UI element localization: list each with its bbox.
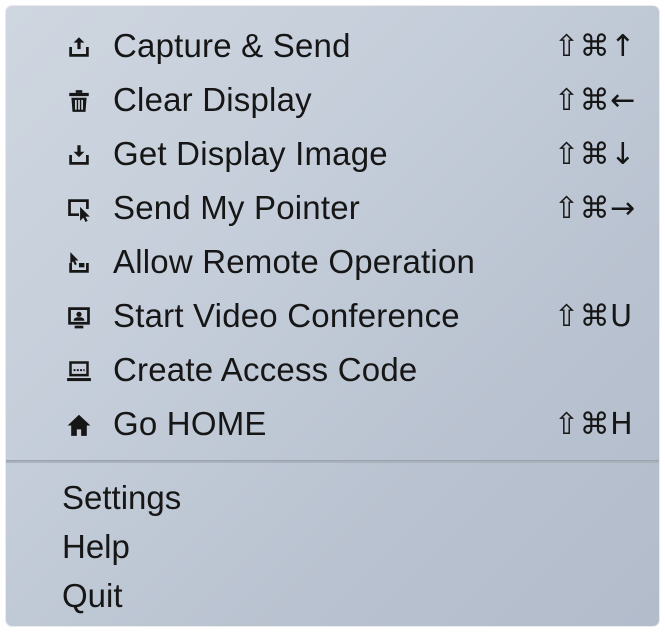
menu-item-get-display-image[interactable]: Get Display Image ⇧⌘↓ bbox=[6, 128, 659, 182]
keyboard-shortcut: ⇧⌘↑ bbox=[554, 28, 636, 64]
menu-item-allow-remote-operation[interactable]: Allow Remote Operation bbox=[6, 236, 659, 290]
menu-item-label: Start Video Conference bbox=[113, 297, 460, 335]
menu-item-label: Quit bbox=[62, 576, 123, 614]
menu-item-help[interactable]: Help bbox=[6, 523, 659, 572]
menu-item-label: Go HOME bbox=[113, 405, 267, 443]
menu-actions-section: Capture & Send ⇧⌘↑ Clear Display ⇧⌘← Get… bbox=[6, 20, 659, 452]
keyboard-shortcut: ⇧⌘H bbox=[554, 406, 634, 442]
keyboard-shortcut: ⇧⌘← bbox=[554, 82, 636, 118]
menu-item-label: Create Access Code bbox=[113, 351, 418, 389]
remote-operation-icon bbox=[64, 248, 94, 278]
menu-item-label: Get Display Image bbox=[113, 135, 388, 173]
menu-app-section: Settings Help Quit bbox=[6, 474, 659, 621]
trash-icon bbox=[64, 86, 94, 116]
menu-separator bbox=[6, 460, 659, 463]
keyboard-shortcut: ⇧⌘→ bbox=[554, 190, 636, 226]
menu-item-quit[interactable]: Quit bbox=[6, 572, 659, 621]
menu-item-label: Clear Display bbox=[113, 81, 312, 119]
menu-item-label: Settings bbox=[62, 478, 182, 516]
menu-item-label: Capture & Send bbox=[113, 27, 351, 65]
context-menu: Capture & Send ⇧⌘↑ Clear Display ⇧⌘← Get… bbox=[6, 6, 659, 626]
home-icon bbox=[64, 410, 94, 440]
menu-item-settings[interactable]: Settings bbox=[6, 474, 659, 523]
menu-item-start-video-conference[interactable]: Start Video Conference ⇧⌘U bbox=[6, 290, 659, 344]
upload-tray-icon bbox=[64, 32, 94, 62]
menu-item-label: Send My Pointer bbox=[113, 189, 360, 227]
menu-item-capture-send[interactable]: Capture & Send ⇧⌘↑ bbox=[6, 20, 659, 74]
laptop-code-icon bbox=[64, 356, 94, 386]
menu-item-go-home[interactable]: Go HOME ⇧⌘H bbox=[6, 398, 659, 452]
menu-item-label: Help bbox=[62, 527, 130, 565]
keyboard-shortcut: ⇧⌘↓ bbox=[554, 136, 636, 172]
download-tray-icon bbox=[64, 140, 94, 170]
menu-item-clear-display[interactable]: Clear Display ⇧⌘← bbox=[6, 74, 659, 128]
menu-item-send-my-pointer[interactable]: Send My Pointer ⇧⌘→ bbox=[6, 182, 659, 236]
menu-item-create-access-code[interactable]: Create Access Code bbox=[6, 344, 659, 398]
menu-item-label: Allow Remote Operation bbox=[113, 243, 476, 281]
pointer-screen-icon bbox=[64, 194, 94, 224]
keyboard-shortcut: ⇧⌘U bbox=[554, 298, 633, 334]
video-conference-icon bbox=[64, 302, 94, 332]
